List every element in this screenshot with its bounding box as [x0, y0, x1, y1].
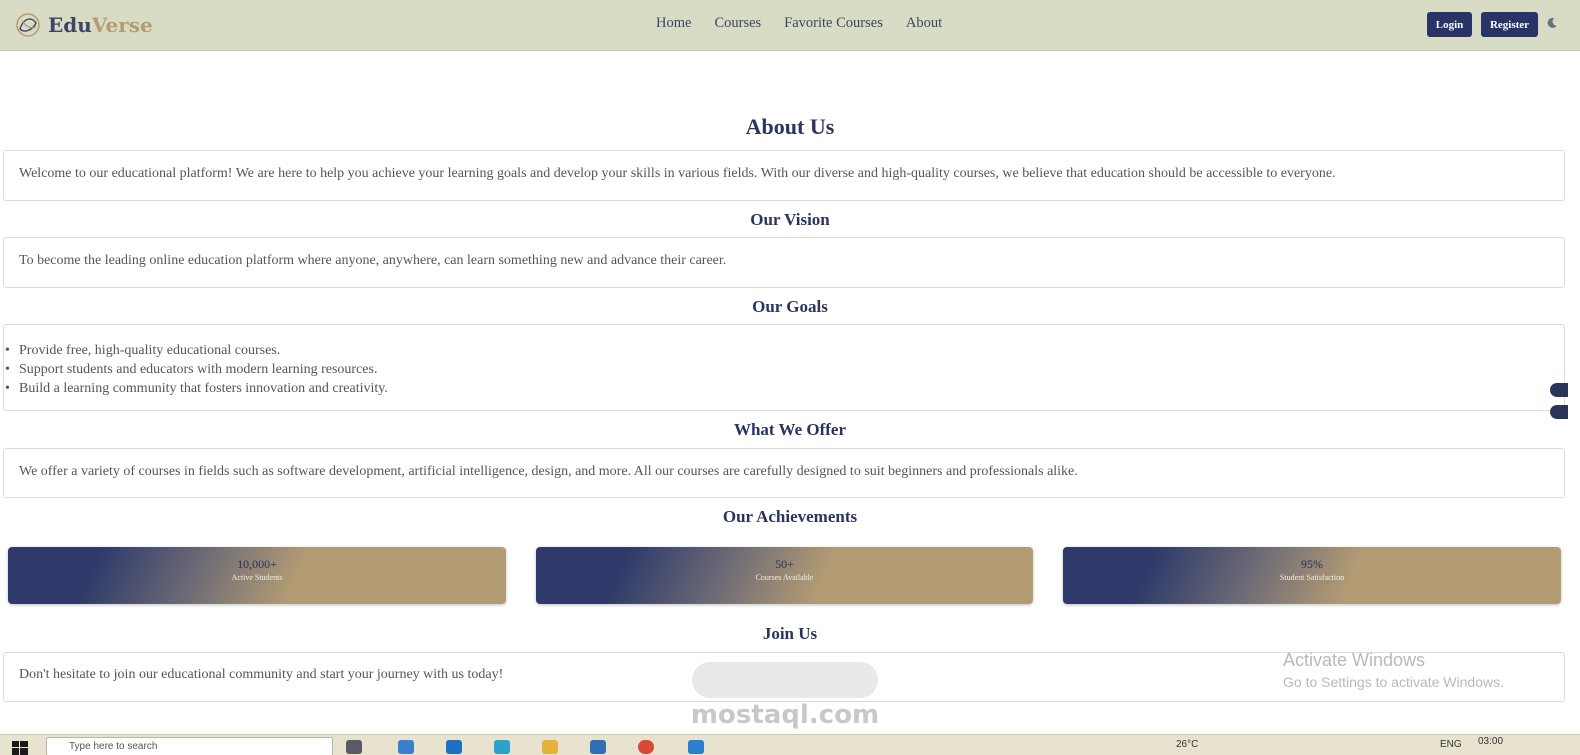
register-button[interactable]: Register	[1481, 12, 1538, 37]
achievement-label: Courses Available	[755, 573, 814, 582]
brand-name-part2: Verse	[91, 13, 153, 37]
join-text: Don't hesitate to join our educational c…	[19, 667, 504, 682]
nav-links: Home Courses Favorite Courses About	[656, 15, 965, 32]
activate-windows-subtitle: Go to Settings to activate Windows.	[1283, 674, 1504, 690]
login-button[interactable]: Login	[1427, 12, 1472, 37]
page-title: About Us	[745, 114, 835, 139]
nav-link-courses[interactable]: Courses	[714, 15, 761, 32]
task-view-icon[interactable]	[346, 740, 362, 754]
offer-heading: What We Offer	[733, 420, 847, 439]
eduverse-logo-icon	[16, 13, 40, 37]
brand-name: EduVerse	[48, 13, 153, 37]
brand-logo-link[interactable]: EduVerse	[14, 10, 153, 40]
achievement-card-satisfaction: 95% Student Satisfaction	[1063, 547, 1561, 604]
goals-list-item: Support students and educators with mode…	[5, 360, 388, 379]
goals-card: Provide free, high-quality educational c…	[3, 324, 1565, 411]
windows-taskbar: Type here to search 26°C ENG 03:00	[0, 734, 1580, 755]
nav-link-favorite-courses[interactable]: Favorite Courses	[784, 15, 883, 32]
clock-time[interactable]: 03:00	[1478, 736, 1503, 747]
edge-icon[interactable]	[494, 740, 510, 754]
achievement-card-courses: 50+ Courses Available	[536, 547, 1033, 604]
top-navbar: EduVerse Home Courses Favorite Courses A…	[0, 0, 1580, 51]
mostaql-watermark-text: mostaql.com	[690, 700, 880, 730]
chrome-icon[interactable]	[638, 740, 654, 754]
intro-text: Welcome to our educational platform! We …	[19, 166, 1336, 181]
goals-heading: Our Goals	[752, 297, 828, 316]
achievements-heading: Our Achievements	[722, 507, 858, 526]
intro-card: Welcome to our educational platform! We …	[3, 150, 1565, 201]
nav-link-about[interactable]: About	[906, 15, 942, 32]
windows-start-icon[interactable]	[12, 741, 28, 755]
chat-widget-button[interactable]	[1550, 405, 1568, 419]
taskbar-search-placeholder: Type here to search	[69, 741, 158, 752]
vision-card: To become the leading online education p…	[3, 237, 1565, 288]
language-indicator[interactable]: ENG	[1440, 739, 1462, 750]
weather-text[interactable]: 26°C	[1176, 739, 1198, 750]
app-icon[interactable]	[398, 740, 414, 754]
activate-windows-title: Activate Windows	[1283, 650, 1426, 670]
achievement-value: 50+	[775, 557, 794, 571]
achievement-value: 95%	[1301, 557, 1323, 571]
file-explorer-icon[interactable]	[542, 740, 558, 754]
goals-list-item: Provide free, high-quality educational c…	[5, 341, 388, 360]
brand-name-part1: Edu	[48, 13, 92, 37]
achievement-value: 10,000+	[237, 557, 277, 571]
achievement-card-students: 10,000+ Active Students	[8, 547, 506, 604]
achievement-label: Active Students	[231, 573, 283, 582]
achievement-label: Student Satisfaction	[1279, 573, 1345, 582]
offer-card: We offer a variety of courses in fields …	[3, 448, 1565, 498]
store-icon[interactable]	[590, 740, 606, 754]
mail-icon[interactable]	[446, 740, 462, 754]
floating-widget-button[interactable]	[1550, 383, 1568, 397]
vision-heading: Our Vision	[750, 210, 830, 229]
vscode-icon[interactable]	[688, 740, 704, 754]
goals-list: Provide free, high-quality educational c…	[5, 341, 388, 398]
moon-icon[interactable]	[1546, 17, 1558, 29]
nav-link-home[interactable]: Home	[656, 15, 691, 32]
offer-text: We offer a variety of courses in fields …	[19, 464, 1078, 479]
vision-text: To become the leading online education p…	[19, 253, 727, 268]
goals-list-item: Build a learning community that fosters …	[5, 379, 388, 398]
taskbar-search-box[interactable]: Type here to search	[46, 737, 333, 755]
